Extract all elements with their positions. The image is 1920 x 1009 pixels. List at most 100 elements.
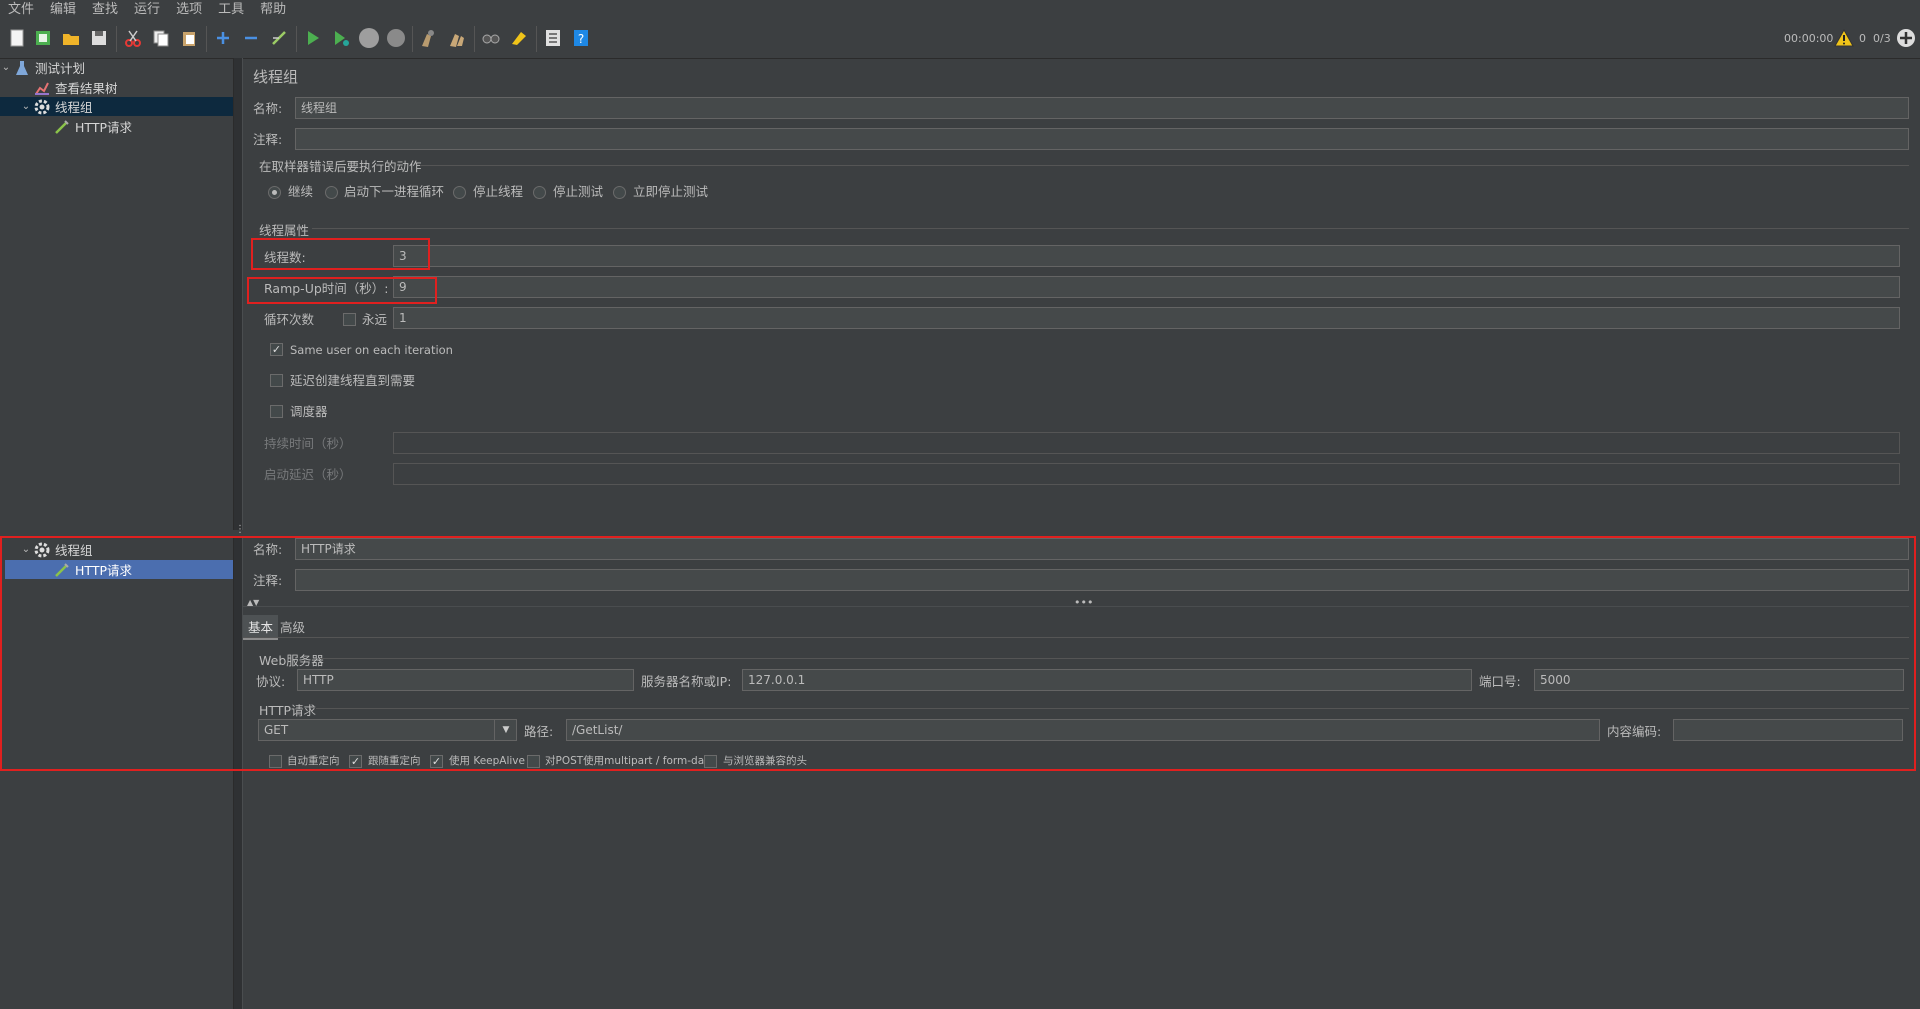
protocol-input[interactable]: HTTP: [297, 669, 634, 691]
new-icon[interactable]: [6, 27, 28, 49]
http-name-input[interactable]: HTTP请求: [295, 538, 1909, 560]
path-input[interactable]: /GetList/: [566, 719, 1600, 741]
delay-create-checkbox[interactable]: [270, 374, 283, 387]
copy-icon[interactable]: [150, 27, 172, 49]
divider-grip-icon[interactable]: ⋮: [235, 524, 245, 535]
keepalive-checkbox[interactable]: ✓: [430, 755, 443, 768]
shutdown-icon[interactable]: [385, 27, 407, 49]
tree-item-test-plan[interactable]: ⌄ 测试计划: [0, 58, 233, 77]
menu-file[interactable]: 文件: [0, 0, 42, 20]
tree-item-http-request[interactable]: HTTP请求: [5, 560, 233, 579]
radio-stop-test[interactable]: [533, 186, 546, 199]
server-input[interactable]: 127.0.0.1: [742, 669, 1472, 691]
menu-edit[interactable]: 编辑: [42, 0, 84, 20]
http-request-group-title: HTTP请求: [259, 703, 316, 718]
radio-stop-test-now[interactable]: [613, 186, 626, 199]
split-grip-icon[interactable]: •••: [1074, 596, 1093, 609]
encoding-label: 内容编码:: [1607, 724, 1662, 739]
http-name-label: 名称:: [253, 542, 283, 557]
templates-icon[interactable]: [32, 27, 54, 49]
port-label: 端口号:: [1479, 674, 1521, 689]
search-icon[interactable]: [480, 27, 502, 49]
bottom-tree: [0, 537, 233, 1009]
loop-count-label: 循环次数: [264, 312, 315, 327]
rampup-label: Ramp-Up时间（秒）:: [264, 281, 389, 296]
menu-options[interactable]: 选项: [168, 0, 210, 20]
name-input[interactable]: 线程组: [295, 97, 1909, 119]
chevron-down-icon[interactable]: ⌄: [0, 62, 12, 73]
method-select[interactable]: GET: [258, 719, 517, 741]
tree-item-label: HTTP请求: [75, 563, 132, 578]
radio-start-next-loop[interactable]: [325, 186, 338, 199]
timer: 00:00:00: [1784, 32, 1834, 45]
paste-icon[interactable]: [178, 27, 200, 49]
chevron-down-icon[interactable]: ⌄: [20, 101, 32, 112]
keepalive-label: 使用 KeepAlive: [449, 755, 525, 767]
pipette-icon: [54, 119, 70, 135]
radio-label-stop-test: 停止测试: [553, 184, 604, 199]
menu-search[interactable]: 查找: [84, 0, 126, 20]
startup-delay-input: [393, 463, 1900, 485]
reset-search-icon[interactable]: [508, 27, 530, 49]
remote-add-icon[interactable]: [1896, 28, 1916, 48]
split-pane-divider[interactable]: [233, 58, 243, 530]
tree-item-http-request[interactable]: HTTP请求: [40, 117, 233, 136]
stop-icon[interactable]: [358, 27, 380, 49]
http-comment-label: 注释:: [253, 573, 283, 588]
start-no-pause-icon[interactable]: [330, 27, 352, 49]
tab-advanced[interactable]: 高级: [275, 615, 310, 638]
collapse-icon[interactable]: [240, 27, 262, 49]
menu-help[interactable]: 帮助: [252, 0, 294, 20]
same-user-checkbox[interactable]: ✓: [270, 343, 283, 356]
toggle-icon[interactable]: [268, 27, 290, 49]
scheduler-checkbox[interactable]: [270, 405, 283, 418]
threads-label: 线程数:: [264, 250, 306, 265]
error-action-group-title: 在取样器错误后要执行的动作: [259, 159, 422, 174]
tree-item-results-tree[interactable]: 查看结果树: [20, 78, 233, 97]
open-icon[interactable]: [60, 27, 82, 49]
tree-item-thread-group[interactable]: ⌄ 线程组: [0, 540, 233, 559]
radio-label-stop-test-now: 立即停止测试: [633, 184, 709, 199]
tree-item-label: 线程组: [55, 543, 93, 558]
tree-item-thread-group[interactable]: ⌄ 线程组: [0, 97, 233, 116]
browser-headers-checkbox[interactable]: [704, 755, 717, 768]
gear-icon: [34, 542, 50, 558]
tree-item-label: 查看结果树: [55, 81, 118, 96]
warning-icon[interactable]: [1834, 28, 1854, 47]
http-comment-input[interactable]: [295, 569, 1909, 591]
comment-input[interactable]: [295, 128, 1909, 150]
chevron-down-icon[interactable]: ⌄: [20, 544, 32, 555]
port-input[interactable]: 5000: [1534, 669, 1904, 691]
follow-redirect-label: 跟随重定向: [368, 755, 421, 767]
menu-run[interactable]: 运行: [126, 0, 168, 20]
threads-input[interactable]: 3: [393, 245, 1900, 267]
auto-redirect-checkbox[interactable]: [269, 755, 282, 768]
expand-icon[interactable]: [212, 27, 234, 49]
forever-checkbox[interactable]: [343, 313, 356, 326]
menu-tools[interactable]: 工具: [210, 0, 252, 20]
chevron-down-icon[interactable]: ▼: [494, 720, 517, 740]
duration-label: 持续时间（秒）: [264, 436, 352, 451]
multipart-checkbox[interactable]: [527, 755, 540, 768]
encoding-input[interactable]: [1673, 719, 1903, 741]
follow-redirect-checkbox[interactable]: ✓: [349, 755, 362, 768]
save-icon[interactable]: [88, 27, 110, 49]
loop-count-input[interactable]: 1: [393, 307, 1900, 329]
chart-icon: [34, 80, 50, 96]
help-icon[interactable]: ?: [570, 27, 592, 49]
split-pane-divider[interactable]: [233, 537, 243, 1009]
rampup-input[interactable]: 9: [393, 276, 1900, 298]
radio-continue[interactable]: [268, 186, 281, 199]
cut-icon[interactable]: [122, 27, 144, 49]
comment-label: 注释:: [253, 132, 283, 147]
clear-icon[interactable]: [418, 27, 440, 49]
scheduler-label: 调度器: [290, 404, 328, 419]
radio-label-continue: 继续: [288, 184, 314, 199]
clear-all-icon[interactable]: [446, 27, 468, 49]
start-icon[interactable]: [302, 27, 324, 49]
delay-create-label: 延迟创建线程直到需要: [290, 373, 416, 388]
radio-stop-thread[interactable]: [453, 186, 466, 199]
multipart-label: 对POST使用multipart / form-data: [545, 755, 715, 767]
function-helper-icon[interactable]: [542, 27, 564, 49]
gear-icon: [34, 99, 50, 115]
